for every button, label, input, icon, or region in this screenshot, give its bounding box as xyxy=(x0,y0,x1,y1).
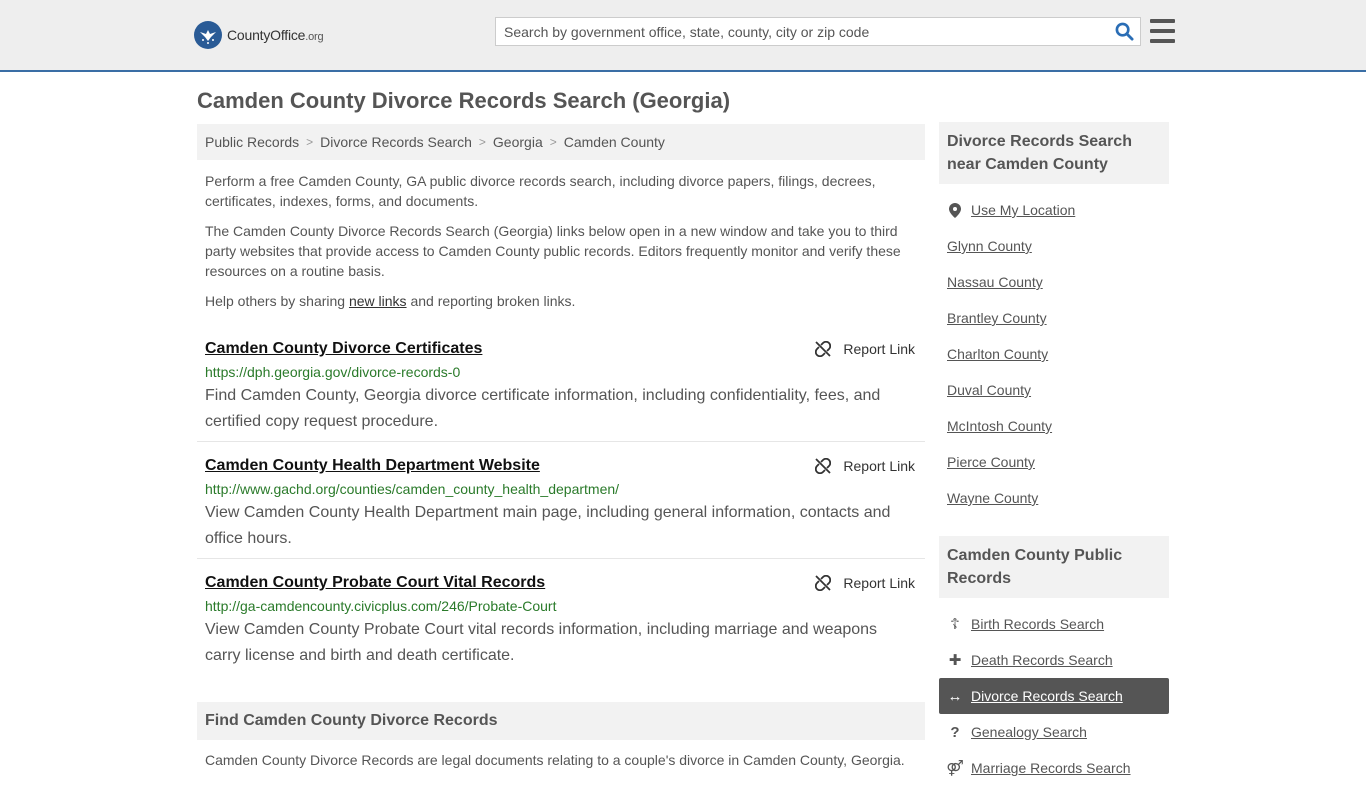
result-url: http://www.gachd.org/counties/camden_cou… xyxy=(205,481,620,497)
breadcrumb-divorce-records[interactable]: Divorce Records Search xyxy=(320,134,472,150)
marriage-records-link[interactable]: Marriage Records Search xyxy=(971,760,1131,776)
logo-text: CountyOffice.org xyxy=(227,27,324,43)
cross-icon: ✚ xyxy=(948,652,962,669)
result-title-link[interactable]: Camden County Divorce Certificates xyxy=(205,340,482,358)
breadcrumb: Public Records > Divorce Records Search … xyxy=(197,124,925,160)
result-title-link[interactable]: Camden County Probate Court Vital Record… xyxy=(205,574,545,592)
result-title-link[interactable]: Camden County Health Department Website xyxy=(205,457,540,475)
search-bar xyxy=(495,17,1141,46)
find-records-text: Camden County Divorce Records are legal … xyxy=(205,752,905,768)
top-bar: CountyOffice.org xyxy=(0,0,1366,72)
breadcrumb-separator: > xyxy=(306,135,314,149)
result-url: http://ga-camdencounty.civicplus.com/246… xyxy=(205,598,557,614)
nearby-item[interactable]: Glynn County xyxy=(939,228,1169,264)
logo-eagle-icon xyxy=(194,21,222,49)
public-records-list: ☦ Birth Records Search ✚ Death Records S… xyxy=(939,606,1169,786)
result-item: Camden County Divorce Certificates https… xyxy=(197,325,925,442)
genealogy-link[interactable]: Genealogy Search xyxy=(971,724,1087,740)
nearby-item[interactable]: Duval County xyxy=(939,372,1169,408)
public-records-header: Camden County Public Records xyxy=(939,536,1169,598)
search-icon xyxy=(1115,22,1134,41)
intro-text: Perform a free Camden County, GA public … xyxy=(197,171,925,311)
nearby-item[interactable]: Brantley County xyxy=(939,300,1169,336)
death-records-link[interactable]: Death Records Search xyxy=(971,652,1113,668)
breadcrumb-public-records[interactable]: Public Records xyxy=(205,134,299,150)
hamburger-menu-icon[interactable] xyxy=(1150,19,1175,43)
breadcrumb-separator: > xyxy=(549,135,557,149)
main-content: Public Records > Divorce Records Search … xyxy=(197,124,925,676)
split-arrows-icon: ↔ xyxy=(947,687,963,705)
public-record-item[interactable]: ? Genealogy Search xyxy=(939,714,1169,750)
birth-records-link[interactable]: Birth Records Search xyxy=(971,616,1104,632)
nearby-link-duval[interactable]: Duval County xyxy=(947,382,1031,398)
report-link-button[interactable]: Report Link xyxy=(815,458,915,474)
nearby-link-nassau[interactable]: Nassau County xyxy=(947,274,1043,290)
result-url: https://dph.georgia.gov/divorce-records-… xyxy=(205,364,461,380)
nearby-link-charlton[interactable]: Charlton County xyxy=(947,346,1048,362)
baby-icon: ☦ xyxy=(950,616,960,633)
result-description: View Camden County Probate Court vital r… xyxy=(205,621,878,664)
intro-paragraph: The Camden County Divorce Records Search… xyxy=(205,223,901,279)
result-description: View Camden County Health Department mai… xyxy=(205,504,891,547)
intro-paragraph: Help others by sharing new links and rep… xyxy=(205,293,576,309)
question-icon: ? xyxy=(950,723,960,741)
use-location-item[interactable]: Use My Location xyxy=(939,192,1169,228)
new-links-link[interactable]: new links xyxy=(349,293,407,309)
nearby-link-wayne[interactable]: Wayne County xyxy=(947,490,1038,506)
nearby-link-glynn[interactable]: Glynn County xyxy=(947,238,1032,254)
breadcrumb-georgia[interactable]: Georgia xyxy=(493,134,543,150)
broken-link-icon xyxy=(815,458,832,474)
divorce-records-link[interactable]: Divorce Records Search xyxy=(971,688,1123,704)
public-record-item[interactable]: ✚ Death Records Search xyxy=(939,642,1169,678)
nearby-link-pierce[interactable]: Pierce County xyxy=(947,454,1035,470)
map-pin-icon xyxy=(947,202,963,218)
nearby-link-mcintosh[interactable]: McIntosh County xyxy=(947,418,1052,434)
use-location-link[interactable]: Use My Location xyxy=(971,202,1075,218)
nearby-item[interactable]: Pierce County xyxy=(939,444,1169,480)
search-input[interactable] xyxy=(496,18,1108,45)
broken-link-icon xyxy=(815,341,832,357)
public-record-item-active[interactable]: ↔ Divorce Records Search xyxy=(939,678,1169,714)
report-link-button[interactable]: Report Link xyxy=(815,341,915,357)
find-records-header: Find Camden County Divorce Records xyxy=(197,702,925,740)
nearby-item[interactable]: McIntosh County xyxy=(939,408,1169,444)
breadcrumb-camden-county[interactable]: Camden County xyxy=(564,134,665,150)
nearby-list: Use My Location Glynn County Nassau Coun… xyxy=(939,192,1169,516)
nearby-link-brantley[interactable]: Brantley County xyxy=(947,310,1047,326)
nearby-item[interactable]: Charlton County xyxy=(939,336,1169,372)
result-item: Camden County Health Department Website … xyxy=(197,442,925,559)
sidebar: Divorce Records Search near Camden Count… xyxy=(939,122,1169,786)
search-button[interactable] xyxy=(1108,18,1140,45)
public-record-item[interactable]: ☦ Birth Records Search xyxy=(939,606,1169,642)
report-link-button[interactable]: Report Link xyxy=(815,575,915,591)
nearby-item[interactable]: Nassau County xyxy=(939,264,1169,300)
gender-icon: ⚤ xyxy=(946,760,964,777)
site-logo[interactable]: CountyOffice.org xyxy=(194,20,324,50)
public-record-item[interactable]: ⚤ Marriage Records Search xyxy=(939,750,1169,786)
result-item: Camden County Probate Court Vital Record… xyxy=(197,559,925,676)
broken-link-icon xyxy=(815,575,832,591)
page-title: Camden County Divorce Records Search (Ge… xyxy=(197,88,731,113)
result-description: Find Camden County, Georgia divorce cert… xyxy=(205,387,881,430)
intro-paragraph: Perform a free Camden County, GA public … xyxy=(205,173,876,209)
results-list: Camden County Divorce Certificates https… xyxy=(197,325,925,676)
nearby-item[interactable]: Wayne County xyxy=(939,480,1169,516)
nearby-header: Divorce Records Search near Camden Count… xyxy=(939,122,1169,184)
breadcrumb-separator: > xyxy=(478,135,486,149)
